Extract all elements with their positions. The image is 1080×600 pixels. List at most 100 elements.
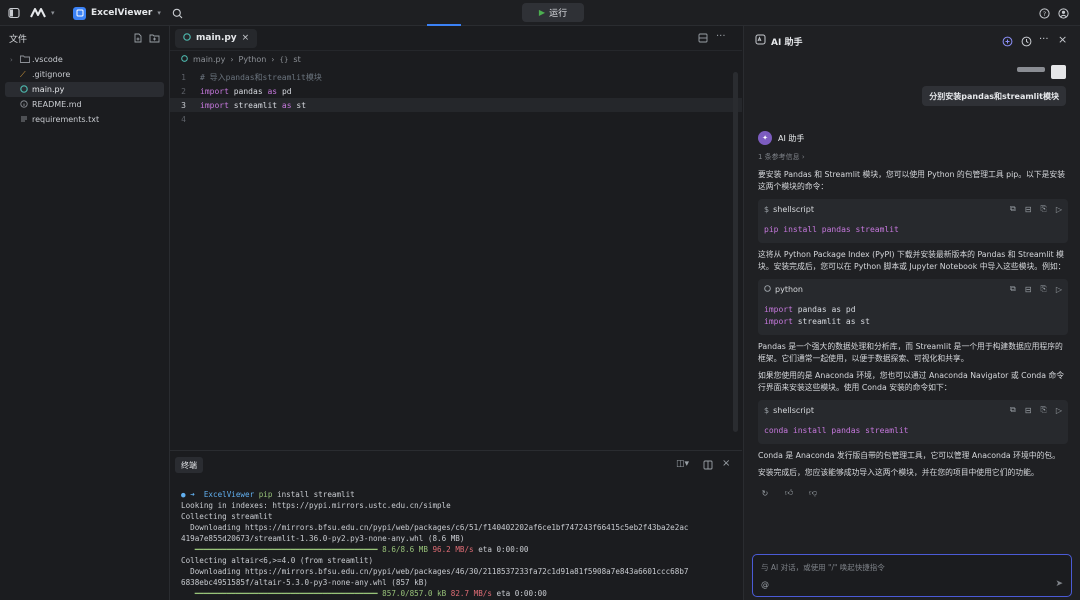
svg-text:?: ?: [1043, 10, 1046, 18]
python-icon: [20, 84, 32, 95]
code-text: pandas as pd: [797, 305, 856, 314]
new-file-icon[interactable]: [133, 33, 143, 46]
help-icon[interactable]: ?: [1039, 0, 1050, 26]
tree-item-requirements[interactable]: requirements.txt: [0, 112, 169, 127]
run-icon[interactable]: ▷: [1056, 406, 1062, 415]
sidebar-toggle-icon[interactable]: [8, 0, 20, 26]
run-button[interactable]: ▶ 运行: [522, 3, 584, 22]
insert-icon[interactable]: ⊟: [1025, 406, 1032, 415]
thumbs-up-icon[interactable]: 👍︎: [782, 487, 796, 499]
code-line: import pandas as pd: [764, 304, 1062, 316]
regenerate-icon[interactable]: ↻: [758, 487, 772, 499]
account-icon[interactable]: [1058, 0, 1069, 26]
breadcrumb-item[interactable]: main.py: [193, 55, 225, 64]
tree-item-gitignore[interactable]: ⟋ .gitignore: [0, 67, 169, 82]
reference-info-link[interactable]: 1 条参考信息 ›: [758, 152, 1068, 162]
line-number: 3: [181, 100, 186, 110]
code-block-body[interactable]: conda install pandas streamlit: [758, 420, 1068, 444]
close-icon[interactable]: ×: [1058, 33, 1067, 46]
project-icon: [73, 6, 86, 20]
run-icon[interactable]: ▷: [1056, 205, 1062, 214]
run-icon[interactable]: ▷: [1056, 285, 1062, 294]
explorer-header: 文件: [0, 26, 169, 50]
code-block-body[interactable]: import pandas as pd import streamlit as …: [758, 299, 1068, 335]
close-icon[interactable]: ×: [242, 33, 250, 43]
mention-icon[interactable]: @: [761, 580, 769, 589]
copy-icon[interactable]: ⧉: [1010, 204, 1016, 214]
copy-icon[interactable]: ⧉: [1010, 284, 1016, 294]
command-pip: pip: [258, 490, 273, 499]
user-message: 分别安装pandas和streamlit模块: [922, 86, 1066, 106]
code-text: pip install pandas streamlit: [764, 225, 899, 234]
split-terminal-icon[interactable]: [703, 460, 713, 473]
assistant-paragraph: 如果您使用的是 Anaconda 环境，您也可以通过 Anaconda Navi…: [758, 371, 1065, 392]
editor-tab-bar: main.py × ···: [170, 26, 742, 51]
code-line: 4: [170, 112, 742, 126]
tree-item-label: requirements.txt: [32, 115, 100, 124]
send-icon[interactable]: ➤: [1055, 579, 1063, 589]
code-area[interactable]: 1 # 导入pandas和streamlit模块 2 import pandas…: [170, 70, 742, 126]
code-block-tools: ⧉ ⊟ ⎘ ▷: [1010, 199, 1062, 219]
tree-item-label: .vscode: [32, 55, 63, 64]
code-text: streamlit as st: [797, 317, 870, 326]
line-number: 2: [181, 86, 186, 96]
tree-item-label: main.py: [32, 85, 65, 94]
new-file-icon[interactable]: ⎘: [1040, 284, 1046, 294]
chat-input-placeholder: 与 AI 对话，或使用 "/" 唤起快捷指令: [761, 563, 885, 572]
terminal-line: Downloading https://mirrors.bfsu.edu.cn/…: [181, 567, 689, 576]
code-keyword: import: [200, 100, 229, 110]
new-chat-icon[interactable]: [1002, 36, 1013, 50]
search-icon[interactable]: [172, 0, 183, 26]
tree-item-readme[interactable]: README.md: [0, 97, 169, 112]
tree-item-vscode[interactable]: › .vscode: [0, 52, 169, 67]
terminal-panel: 终端 ◫▾ × ● ➜ ExcelViewer pip install stre…: [170, 450, 742, 600]
tab-terminal[interactable]: 终端: [175, 457, 203, 473]
terminal-tab-label: 终端: [181, 460, 197, 470]
code-block-lang: shellscript: [773, 405, 814, 415]
breadcrumb-item[interactable]: Python: [239, 55, 267, 64]
terminal-output[interactable]: ● ➜ ExcelViewer pip install streamlit Lo…: [170, 479, 742, 599]
terminal-layout-icon[interactable]: ◫▾: [676, 459, 689, 469]
chat-input[interactable]: 与 AI 对话，或使用 "/" 唤起快捷指令 @ ➤: [752, 554, 1072, 597]
user-message-text: 分别安装pandas和streamlit模块: [929, 91, 1059, 101]
copy-icon[interactable]: ⧉: [1010, 405, 1016, 415]
breadcrumb: main.py › Python › {} st: [170, 51, 742, 68]
terminal-line: Downloading https://mirrors.bfsu.edu.cn/…: [181, 523, 689, 532]
thumbs-down-icon[interactable]: 👎︎: [806, 487, 820, 499]
more-icon[interactable]: ···: [1039, 34, 1049, 45]
tree-item-main-py[interactable]: main.py: [5, 82, 164, 97]
split-editor-icon[interactable]: [698, 33, 708, 46]
code-block: python ⧉ ⊟ ⎘ ▷ import pandas as pd impor…: [758, 279, 1068, 335]
code-block-lang: shellscript: [773, 204, 814, 214]
insert-icon[interactable]: ⊟: [1025, 205, 1032, 214]
folder-icon: [20, 55, 32, 65]
terminal-line: 6838ebc4951585f/altair-5.3.0-py3-none-an…: [181, 578, 428, 587]
project-selector[interactable]: ExcelViewer ▾: [73, 0, 161, 26]
tab-main-py[interactable]: main.py ×: [175, 28, 258, 48]
explorer-title: 文件: [9, 34, 28, 45]
code-line: 2 import pandas as pd: [170, 84, 742, 98]
insert-icon[interactable]: ⊟: [1025, 285, 1032, 294]
app-logo-icon[interactable]: ▾: [30, 0, 55, 26]
code-line-current: 3 import streamlit as st: [170, 98, 742, 112]
code-block-header: $ shellscript ⧉ ⊟ ⎘ ▷: [758, 199, 1068, 219]
close-icon[interactable]: ×: [722, 458, 730, 469]
breadcrumb-separator: ›: [271, 55, 275, 64]
terminal-line: 419a7e855d20673/streamlit-1.36.0-py2.py3…: [181, 534, 465, 543]
progress-eta: eta 0:00:00: [496, 589, 547, 598]
assistant-paragraph: Conda 是 Anaconda 发行版自带的包管理工具，它可以管理 Anaco…: [758, 451, 1060, 460]
message-actions: ↻ 👍︎ 👎︎: [758, 487, 1068, 499]
history-icon[interactable]: [1021, 36, 1032, 50]
new-folder-icon[interactable]: [149, 33, 160, 46]
code-block-body[interactable]: pip install pandas streamlit: [758, 219, 1068, 243]
code-keyword: import: [764, 305, 793, 314]
new-file-icon[interactable]: ⎘: [1040, 405, 1046, 415]
breadcrumb-item[interactable]: st: [293, 55, 300, 64]
code-block-tools: ⧉ ⊟ ⎘ ▷: [1010, 279, 1062, 299]
editor-scrollbar[interactable]: [733, 72, 738, 432]
more-icon[interactable]: ···: [716, 31, 726, 42]
new-file-icon[interactable]: ⎘: [1040, 204, 1046, 214]
assistant-message: ✦ AI 助手 1 条参考信息 › 要安装 Pandas 和 Streamlit…: [758, 130, 1068, 499]
code-keyword: import: [764, 317, 793, 326]
python-icon: [181, 55, 188, 64]
